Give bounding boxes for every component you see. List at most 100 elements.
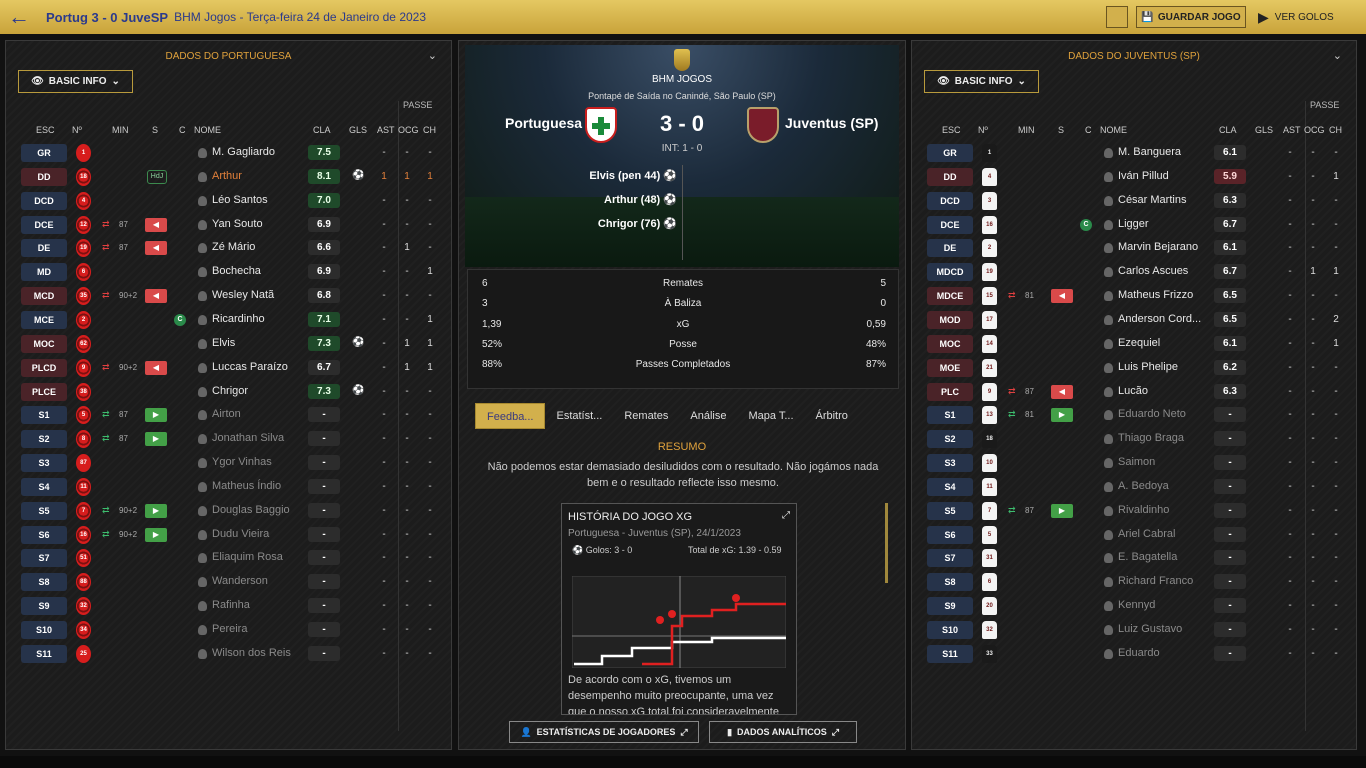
player-name[interactable]: Wesley Natã xyxy=(212,289,274,301)
sub-on-icon[interactable]: ▶ xyxy=(145,432,167,447)
position-badge[interactable]: S9 xyxy=(21,597,67,616)
player-row[interactable]: PLCE 38 Chrigor 7.3 ⚽ - - - xyxy=(6,380,451,404)
position-badge[interactable]: S1 xyxy=(21,406,67,425)
player-name[interactable]: Pereira xyxy=(212,623,247,635)
position-badge[interactable]: MCE xyxy=(21,310,67,329)
position-badge[interactable]: PLCE xyxy=(21,382,67,401)
player-row[interactable]: MOC 62 Elvis 7.3 ⚽ - 1 1 xyxy=(6,332,451,356)
player-name[interactable]: M. Gagliardo xyxy=(212,146,275,158)
player-name[interactable]: Matheus Índio xyxy=(212,480,281,492)
player-name[interactable]: Léo Santos xyxy=(212,194,268,206)
position-badge[interactable]: MDCE xyxy=(927,287,973,306)
player-row[interactable]: S6 16 ⇄ 90+2 ▶ Dudu Vieira - - - - xyxy=(6,523,451,547)
player-name[interactable]: Carlos Ascues xyxy=(1118,265,1188,277)
position-badge[interactable]: DCD xyxy=(927,191,973,210)
column-header-ast[interactable]: AST xyxy=(1283,125,1301,135)
column-header-ch[interactable]: CH xyxy=(423,125,436,135)
player-row[interactable]: PLC 9 ⇄ 87 ◀ Lucão 6.3 - - - xyxy=(912,380,1356,404)
player-name[interactable]: Richard Franco xyxy=(1118,575,1193,587)
player-row[interactable]: PLCD 9 ⇄ 90+2 ◀ Luccas Paraízo 6.7 - 1 1 xyxy=(6,356,451,380)
column-header-nome[interactable]: NOME xyxy=(194,125,221,135)
player-row[interactable]: S11 33 Eduardo - - - - xyxy=(912,642,1356,666)
position-badge[interactable]: S6 xyxy=(927,525,973,544)
player-row[interactable]: S8 6 Richard Franco - - - - xyxy=(912,570,1356,594)
column-header-min[interactable]: MIN xyxy=(1018,125,1035,135)
player-name[interactable]: Ariel Cabral xyxy=(1118,528,1175,540)
position-badge[interactable]: S1 xyxy=(927,406,973,425)
player-name[interactable]: Wanderson xyxy=(212,575,268,587)
chevron-down-icon[interactable]: ⌄ xyxy=(428,49,437,62)
position-badge[interactable]: S7 xyxy=(21,549,67,568)
column-header-cla[interactable]: CLA xyxy=(313,125,331,135)
options-button[interactable] xyxy=(1106,6,1128,28)
player-row[interactable]: S11 25 Wilson dos Reis - - - - xyxy=(6,642,451,666)
position-badge[interactable]: GR xyxy=(21,144,67,162)
player-row[interactable]: DD 4 Iván Pillud 5.9 - - 1 xyxy=(912,165,1356,189)
player-row[interactable]: S8 88 Wanderson - - - - xyxy=(6,570,451,594)
player-row[interactable]: DD 18 HdJ Arthur 8.1 ⚽ 1 1 1 xyxy=(6,165,451,189)
player-row[interactable]: S3 87 Ygor Vinhas - - - - xyxy=(6,451,451,475)
player-name[interactable]: A. Bedoya xyxy=(1118,480,1169,492)
player-row[interactable]: S5 7 ⇄ 90+2 ▶ Douglas Baggio - - - - xyxy=(6,499,451,523)
position-badge[interactable]: S11 xyxy=(21,644,67,663)
player-row[interactable]: MDCE 15 ⇄ 81 ◀ Matheus Frizzo 6.5 - - - xyxy=(912,284,1356,308)
player-row[interactable]: DCD 3 César Martins 6.3 - - - xyxy=(912,189,1356,213)
position-badge[interactable]: S5 xyxy=(927,501,973,520)
position-badge[interactable]: MOE xyxy=(927,358,973,377)
column-header-c[interactable]: C xyxy=(1085,125,1092,135)
player-row[interactable]: MOC 14 Ezequiel 6.1 - - 1 xyxy=(912,332,1356,356)
player-row[interactable]: S2 8 ⇄ 87 ▶ Jonathan Silva - - - - xyxy=(6,427,451,451)
position-badge[interactable]: DCE xyxy=(927,215,973,234)
player-row[interactable]: GR 1 M. Banguera 6.1 - - - xyxy=(912,141,1356,165)
expand-icon[interactable]: ⤢ xyxy=(782,510,790,521)
position-badge[interactable]: S9 xyxy=(927,597,973,616)
column-header-s[interactable]: S xyxy=(1058,125,1064,135)
position-badge[interactable]: S5 xyxy=(21,501,67,520)
tab-1[interactable]: Estatíst... xyxy=(545,403,613,429)
column-header-min[interactable]: MIN xyxy=(112,125,129,135)
position-badge[interactable]: MCD xyxy=(21,287,67,306)
player-name[interactable]: Iván Pillud xyxy=(1118,170,1169,182)
player-name[interactable]: Matheus Frizzo xyxy=(1118,289,1193,301)
player-row[interactable]: S4 11 Matheus Índio - - - - xyxy=(6,475,451,499)
player-name[interactable]: Lucão xyxy=(1118,385,1148,397)
player-name[interactable]: M. Banguera xyxy=(1118,146,1181,158)
column-header-ocg[interactable]: OCG xyxy=(398,125,419,135)
player-row[interactable]: MDCD 19 Carlos Ascues 6.7 - 1 1 xyxy=(912,260,1356,284)
position-badge[interactable]: S2 xyxy=(927,430,973,449)
basic-info-dropdown[interactable]: 👁 BASIC INFO ⌄ xyxy=(18,70,133,93)
player-name[interactable]: Jonathan Silva xyxy=(212,432,284,444)
player-name[interactable]: Airton xyxy=(212,408,241,420)
position-badge[interactable]: DE xyxy=(21,239,67,258)
position-badge[interactable]: S7 xyxy=(927,549,973,568)
player-name[interactable]: Rivaldinho xyxy=(1118,504,1169,516)
player-row[interactable]: DE 19 ⇄ 87 ◀ Zé Mário 6.6 - 1 - xyxy=(6,236,451,260)
player-name[interactable]: Ricardinho xyxy=(212,313,265,325)
player-name[interactable]: Saimon xyxy=(1118,456,1155,468)
player-row[interactable]: S6 5 Ariel Cabral - - - - xyxy=(912,523,1356,547)
sub-off-icon[interactable]: ◀ xyxy=(1051,289,1073,304)
position-badge[interactable]: PLCD xyxy=(21,358,67,377)
position-badge[interactable]: S4 xyxy=(927,477,973,496)
player-row[interactable]: MOD 17 Anderson Cord... 6.5 - - 2 xyxy=(912,308,1356,332)
column-header-ch[interactable]: CH xyxy=(1329,125,1342,135)
player-name[interactable]: E. Bagatella xyxy=(1118,551,1177,563)
sub-off-icon[interactable]: ◀ xyxy=(145,241,167,256)
tab-3[interactable]: Análise xyxy=(679,403,737,429)
position-badge[interactable]: S10 xyxy=(927,621,973,639)
tab-2[interactable]: Remates xyxy=(613,403,679,429)
watch-goals-button[interactable]: ▶ VER GOLOS xyxy=(1258,6,1358,28)
player-name[interactable]: Ligger xyxy=(1118,218,1149,230)
position-badge[interactable]: S4 xyxy=(21,477,67,496)
player-name[interactable]: Wilson dos Reis xyxy=(212,647,291,659)
player-name[interactable]: Luccas Paraízo xyxy=(212,361,288,373)
column-header-esc[interactable]: ESC xyxy=(36,125,55,135)
position-badge[interactable]: DCD xyxy=(21,191,67,210)
player-name[interactable]: Eliaquim Rosa xyxy=(212,551,283,563)
player-name[interactable]: Kennyd xyxy=(1118,599,1155,611)
column-header-gls[interactable]: GLS xyxy=(349,125,367,135)
player-name[interactable]: Arthur xyxy=(212,170,242,182)
sub-on-icon[interactable]: ▶ xyxy=(1051,408,1073,423)
player-name[interactable]: Thiago Braga xyxy=(1118,432,1184,444)
position-badge[interactable]: PLC xyxy=(927,382,973,401)
